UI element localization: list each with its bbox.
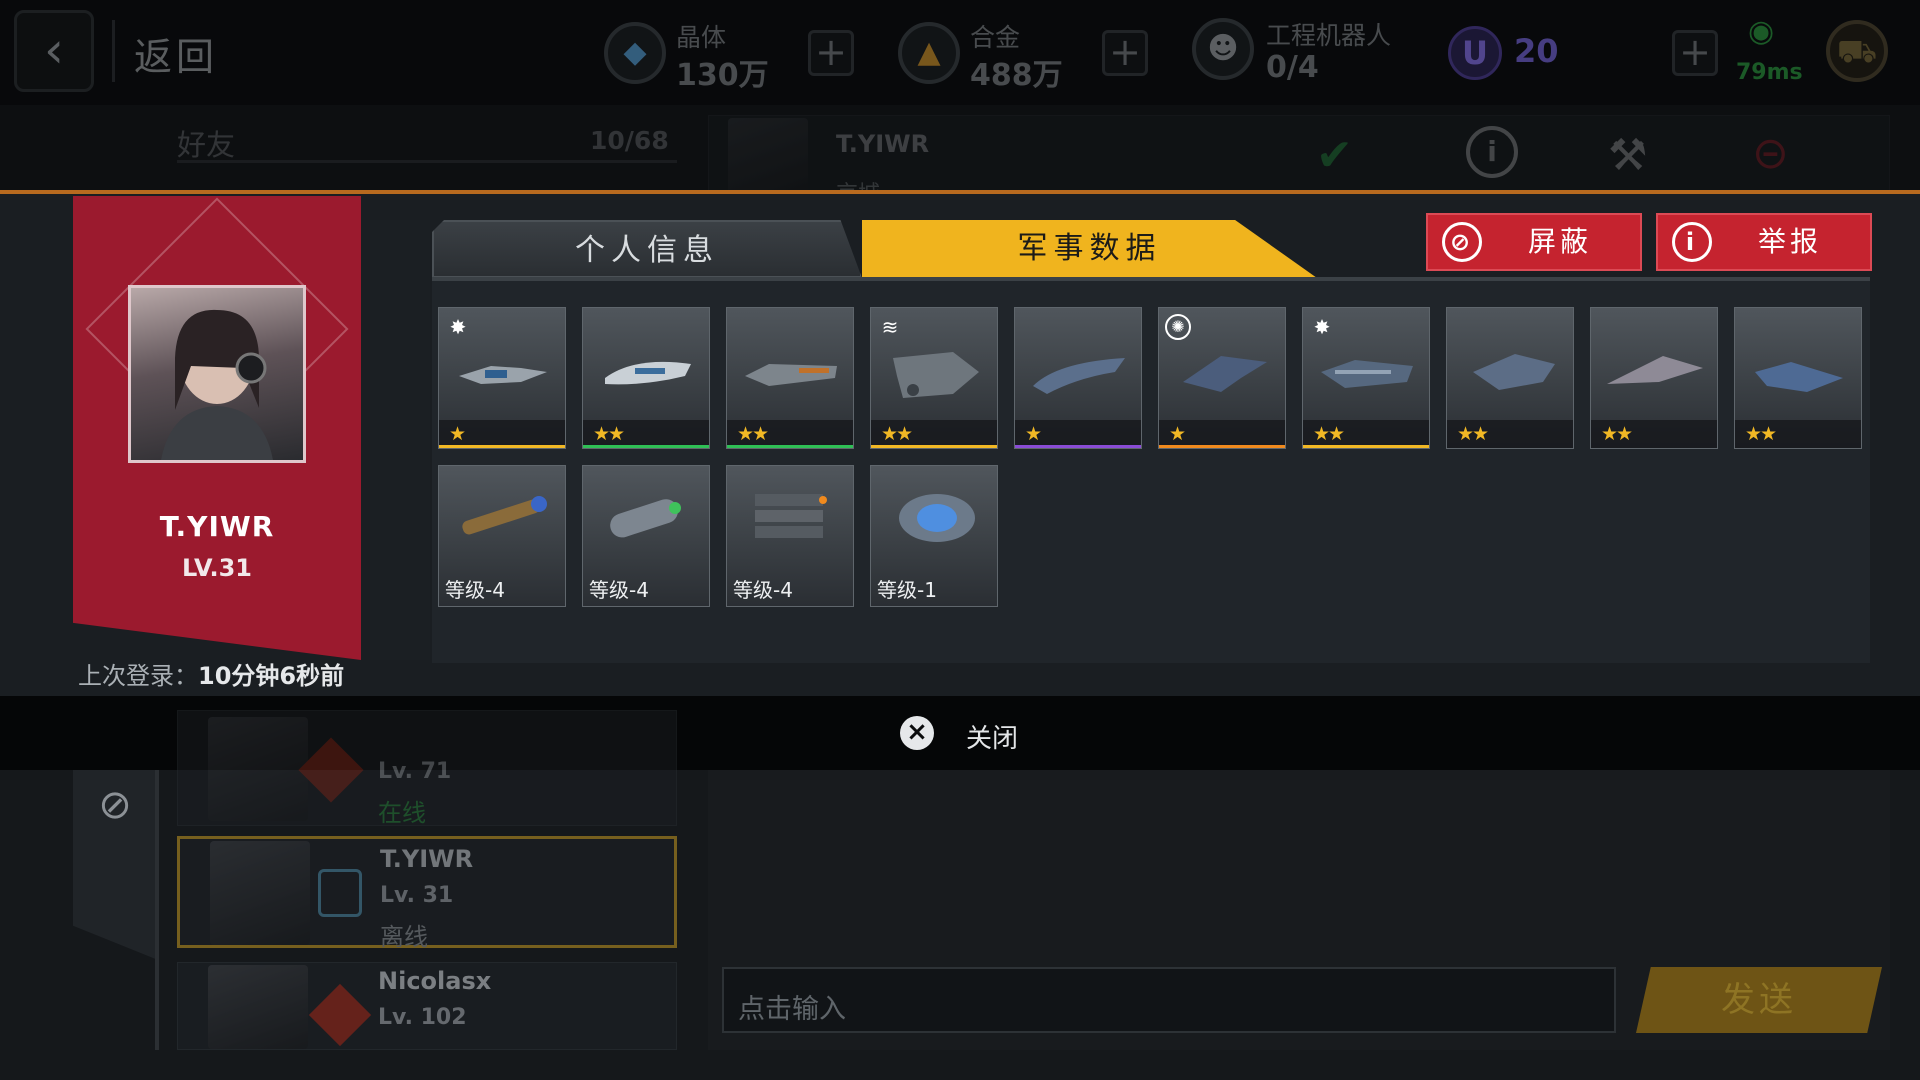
unit-badge-icon: ≋: [881, 315, 899, 339]
friend-name: Nicolasx: [378, 967, 492, 995]
unit-slot[interactable]: ★★: [1590, 307, 1718, 449]
player-portrait: [128, 285, 306, 463]
ship-icon: [1033, 358, 1125, 394]
ship-icon: [1607, 356, 1703, 384]
ship-icon: [1321, 360, 1413, 388]
report-label: 举报: [1758, 225, 1823, 258]
weapon-icon: [899, 494, 975, 542]
unit-slot[interactable]: ★★: [726, 307, 854, 449]
weapon-slot[interactable]: 等级-4: [582, 465, 710, 607]
chat-input[interactable]: 点击输入: [722, 967, 1616, 1033]
rank-icon: [298, 737, 364, 803]
star-rating: ★★: [1601, 423, 1633, 445]
unit-slot[interactable]: ✸ ★: [438, 307, 566, 449]
friend-level: Lv. 71: [378, 759, 452, 784]
ship-icon: [893, 352, 979, 398]
star-rating: ★: [449, 423, 466, 445]
unit-slot[interactable]: ★★: [1734, 307, 1862, 449]
rarity-bar: [439, 445, 565, 448]
rank-icon: [308, 983, 372, 1047]
ship-icon: [1183, 356, 1267, 392]
unit-slot[interactable]: ★★: [1446, 307, 1574, 449]
rarity-bar: [1015, 445, 1141, 448]
unit-badge-icon: ✸: [1313, 315, 1331, 339]
friend-status: 离线: [380, 923, 428, 951]
tab-personal-info[interactable]: 个人信息: [432, 220, 862, 278]
star-rating: ★★: [1745, 423, 1777, 445]
weapon-level: 等级-4: [589, 578, 649, 602]
unit-slot[interactable]: ★★: [582, 307, 710, 449]
game-screen: ‹ 返回 ◆ 晶体 130万 + ▲ 合金 488万 + ☻ 工程机器人 0/4…: [0, 0, 1920, 1080]
player-level: LV.31: [182, 554, 252, 582]
unit-badge-icon: ✸: [449, 315, 467, 339]
weapon-slot[interactable]: 等级-1: [870, 465, 998, 607]
divider: [155, 770, 159, 1050]
report-button[interactable]: i 举报: [1656, 213, 1872, 271]
close-icon[interactable]: ×: [900, 716, 934, 750]
ship-icon: [605, 361, 691, 385]
ship-icon: [459, 366, 547, 384]
list-item[interactable]: T.YIWR Lv. 31 离线: [177, 836, 677, 951]
avatar: [210, 841, 310, 945]
rarity-bar: [583, 445, 709, 448]
block-label: 屏蔽: [1528, 225, 1593, 258]
star-rating: ★: [1025, 423, 1042, 445]
unit-badge-icon: ✺: [1165, 314, 1191, 340]
weapon-slot[interactable]: 等级-4: [438, 465, 566, 607]
rarity-bar: [1159, 445, 1285, 448]
unit-slot[interactable]: ✺ ★: [1158, 307, 1286, 449]
unit-slot[interactable]: ✸ ★★: [1302, 307, 1430, 449]
block-user-icon: ⊘: [1442, 222, 1482, 262]
list-item[interactable]: Nicolasx Lv. 102: [177, 962, 677, 1050]
rarity-bar: [727, 445, 853, 448]
close-label[interactable]: 关闭: [966, 718, 1018, 755]
list-edge: [370, 220, 430, 660]
weapon-icon: [462, 496, 547, 535]
weapon-level: 等级-4: [733, 578, 793, 602]
unit-slot[interactable]: ≋ ★★: [870, 307, 998, 449]
blocked-users-icon[interactable]: ⊘: [84, 782, 146, 844]
weapon-icon: [610, 499, 681, 538]
weapon-slot[interactable]: 等级-4: [726, 465, 854, 607]
portrait-icon: [161, 309, 273, 460]
rank-icon: [318, 869, 362, 917]
friend-level: Lv. 102: [378, 1005, 467, 1030]
last-login-label: 上次登录：: [78, 662, 198, 690]
player-name: T.YIWR: [159, 510, 275, 543]
star-rating: ★★: [737, 423, 769, 445]
rarity-bar: [1303, 445, 1429, 448]
ship-icon: [1473, 354, 1555, 390]
modal-top-line: [0, 190, 1920, 194]
friend-status: 在线: [378, 799, 426, 827]
weapon-level: 等级-4: [445, 578, 505, 602]
avatar: [208, 965, 308, 1049]
weapon-icon: [755, 494, 827, 538]
friend-level: Lv. 31: [380, 883, 454, 908]
star-rating: ★★: [1313, 423, 1345, 445]
info-icon: i: [1672, 222, 1712, 262]
last-login-value: 10分钟6秒前: [198, 662, 345, 690]
star-rating: ★★: [1457, 423, 1489, 445]
unit-slot[interactable]: ★: [1014, 307, 1142, 449]
overlay: [0, 0, 1920, 192]
list-item[interactable]: Lv. 71 在线: [177, 710, 677, 827]
send-button[interactable]: 发送: [1636, 967, 1882, 1033]
ship-icon: [745, 364, 837, 386]
star-rating: ★: [1169, 423, 1186, 445]
ship-icon: [1755, 362, 1843, 392]
block-button[interactable]: ⊘ 屏蔽: [1426, 213, 1642, 271]
weapon-level: 等级-1: [877, 578, 937, 602]
avatar: [208, 717, 308, 821]
last-login: 上次登录：10分钟6秒前: [78, 656, 344, 691]
rarity-bar: [871, 445, 997, 448]
friend-name: T.YIWR: [380, 845, 474, 873]
star-rating: ★★: [593, 423, 625, 445]
star-rating: ★★: [881, 423, 913, 445]
